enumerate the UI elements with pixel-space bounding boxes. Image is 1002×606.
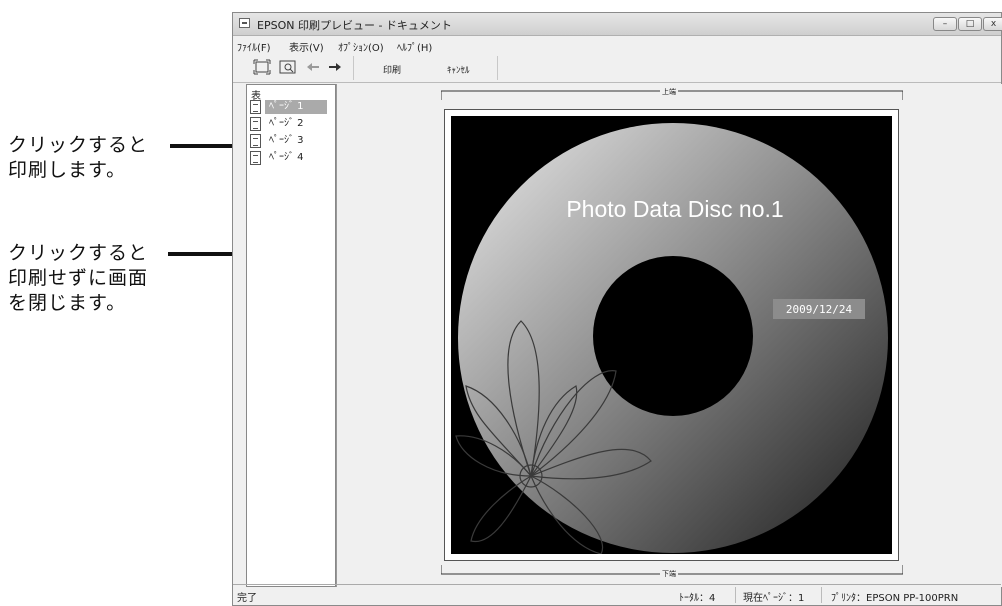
- disc-title: Photo Data Disc no.1: [566, 196, 783, 222]
- app-icon[interactable]: [239, 18, 250, 28]
- close-button[interactable]: x: [983, 17, 1002, 31]
- disc-print-area: Photo Data Disc no.1 2009/12/24: [451, 116, 892, 554]
- top-margin-label: 上端: [660, 87, 678, 97]
- disc-date: 2009/12/24: [786, 303, 853, 316]
- cancel-callout: クリックすると 印刷せずに画面 を閉じます。: [8, 241, 148, 316]
- status-total: ﾄｰﾀﾙ：4: [679, 593, 716, 604]
- toolbar-separator: [497, 56, 498, 80]
- fit-page-icon[interactable]: [253, 59, 271, 75]
- page-icon: [250, 134, 261, 148]
- page-icon: [250, 117, 261, 131]
- print-callout: クリックすると 印刷します。: [8, 133, 148, 183]
- minimize-button[interactable]: –: [933, 17, 957, 31]
- print-callout-line2: 印刷します。: [8, 159, 127, 181]
- print-preview-window: EPSON 印刷プレビュー - ドキュメント – □ x ﾌｧｲﾙ(F) 表示(…: [232, 12, 1002, 606]
- title-bar[interactable]: EPSON 印刷プレビュー - ドキュメント – □ x: [233, 13, 1002, 36]
- maximize-button[interactable]: □: [958, 17, 982, 31]
- cancel-callout-line1: クリックすると: [8, 242, 149, 264]
- print-callout-line1: クリックすると: [8, 134, 149, 156]
- status-separator: [735, 587, 736, 603]
- page-list-label: ﾍﾟｰｼﾞ 2: [269, 118, 304, 129]
- toolbar-separator: [353, 56, 354, 80]
- status-bar: 完了 ﾄｰﾀﾙ：4 現在ﾍﾟｰｼﾞ：1 ﾌﾟﾘﾝﾀ：EPSON PP-100PR…: [233, 584, 1001, 605]
- bottom-margin-label: 下端: [660, 569, 678, 579]
- page-list-label: ﾍﾟｰｼﾞ 1: [265, 100, 327, 114]
- page-icon: [250, 100, 261, 114]
- cancel-callout-line2: 印刷せずに画面: [8, 267, 149, 289]
- cancel-callout-line3: を閉じます。: [8, 292, 127, 314]
- next-page-arrow-icon[interactable]: [327, 59, 343, 75]
- status-printer: ﾌﾟﾘﾝﾀ：EPSON PP-100PRN: [831, 593, 959, 604]
- preview-area: 上端 Photo Data Disc no.1 2009/12/24 下端: [336, 84, 1002, 587]
- page-list-panel: 表 ﾍﾟｰｼﾞ 1 ﾍﾟｰｼﾞ 2 ﾍﾟｰｼﾞ 3 ﾍﾟｰｼﾞ 4: [246, 84, 336, 587]
- page-list-label: ﾍﾟｰｼﾞ 3: [269, 135, 304, 146]
- window-title: EPSON 印刷プレビュー - ドキュメント: [257, 19, 452, 32]
- status-current-page: 現在ﾍﾟｰｼﾞ：1: [743, 593, 805, 604]
- preview-page: Photo Data Disc no.1 2009/12/24: [444, 109, 899, 561]
- menu-file[interactable]: ﾌｧｲﾙ(F): [237, 39, 271, 54]
- page-list-item[interactable]: ﾍﾟｰｼﾞ 1: [249, 99, 333, 115]
- cancel-button[interactable]: ｷｬﾝｾﾙ: [447, 63, 470, 76]
- menu-options[interactable]: ｵﾌﾟｼｮﾝ(O): [338, 39, 384, 54]
- menu-help[interactable]: ﾍﾙﾌﾟ(H): [397, 39, 432, 54]
- menu-bar: ﾌｧｲﾙ(F) 表示(V) ｵﾌﾟｼｮﾝ(O) ﾍﾙﾌﾟ(H): [233, 35, 1001, 54]
- page-icon: [250, 151, 261, 165]
- status-ready: 完了: [237, 593, 257, 604]
- page-list-item[interactable]: ﾍﾟｰｼﾞ 3: [249, 133, 333, 149]
- page-list-label: ﾍﾟｰｼﾞ 4: [269, 152, 304, 163]
- page-list-item[interactable]: ﾍﾟｰｼﾞ 4: [249, 150, 333, 166]
- zoom-icon[interactable]: [279, 59, 297, 75]
- menu-view[interactable]: 表示(V): [289, 39, 324, 54]
- toolbar: 印刷 ｷｬﾝｾﾙ: [233, 54, 1001, 83]
- status-separator: [821, 587, 822, 603]
- page-list-item[interactable]: ﾍﾟｰｼﾞ 2: [249, 116, 333, 132]
- print-button[interactable]: 印刷: [383, 63, 401, 76]
- disc-label-image: Photo Data Disc no.1 2009/12/24: [451, 116, 892, 554]
- prev-page-arrow-icon[interactable]: [305, 59, 321, 75]
